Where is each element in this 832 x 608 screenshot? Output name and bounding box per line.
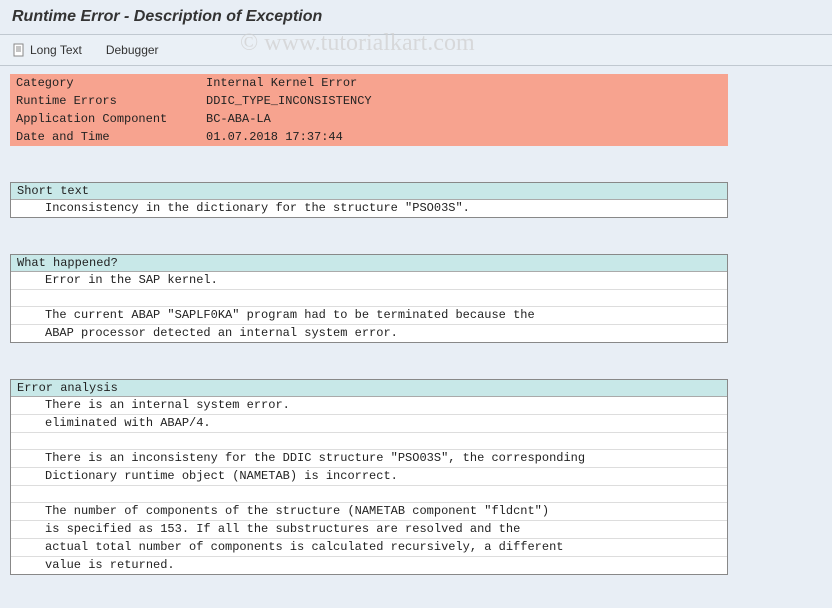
section-title: Error analysis [11,380,727,397]
text-line [11,433,727,450]
content-area: Category Internal Kernel Error Runtime E… [0,66,832,583]
text-line [11,290,727,307]
text-line: Error in the SAP kernel. [11,272,727,290]
section-body: There is an internal system error. elimi… [11,397,727,574]
text-line: The current ABAP "SAPLF0KA" program had … [11,307,727,325]
section-title: Short text [11,183,727,200]
section-short-text: Short text Inconsistency in the dictiona… [10,182,728,218]
toolbar: Long Text Debugger [0,35,832,66]
header-label: Category [10,74,200,92]
header-value: BC-ABA-LA [200,110,728,128]
text-line: actual total number of components is cal… [11,539,727,557]
text-line: There is an inconsisteny for the DDIC st… [11,450,727,468]
error-header-table: Category Internal Kernel Error Runtime E… [10,74,728,146]
header-value: Internal Kernel Error [200,74,728,92]
text-line: eliminated with ABAP/4. [11,415,727,433]
debugger-label: Debugger [106,43,159,57]
title-bar: Runtime Error - Description of Exception [0,0,832,35]
header-label: Runtime Errors [10,92,200,110]
header-row-app-component: Application Component BC-ABA-LA [10,110,728,128]
header-row-runtime-errors: Runtime Errors DDIC_TYPE_INCONSISTENCY [10,92,728,110]
header-row-date-time: Date and Time 01.07.2018 17:37:44 [10,128,728,146]
long-text-button[interactable]: Long Text [8,41,86,59]
debugger-button[interactable]: Debugger [102,41,163,59]
text-line: ABAP processor detected an internal syst… [11,325,727,342]
text-line: value is returned. [11,557,727,574]
section-body: Error in the SAP kernel. The current ABA… [11,272,727,342]
text-line: is specified as 153. If all the substruc… [11,521,727,539]
document-icon [12,43,26,57]
header-value: DDIC_TYPE_INCONSISTENCY [200,92,728,110]
section-title: What happened? [11,255,727,272]
section-body: Inconsistency in the dictionary for the … [11,200,727,217]
text-line: The number of components of the structur… [11,503,727,521]
text-line: There is an internal system error. [11,397,727,415]
section-error-analysis: Error analysis There is an internal syst… [10,379,728,575]
text-line: Dictionary runtime object (NAMETAB) is i… [11,468,727,486]
long-text-label: Long Text [30,43,82,57]
page-title: Runtime Error - Description of Exception [12,8,322,25]
header-label: Date and Time [10,128,200,146]
text-line [11,486,727,503]
text-line: Inconsistency in the dictionary for the … [11,200,727,217]
header-row-category: Category Internal Kernel Error [10,74,728,92]
header-value: 01.07.2018 17:37:44 [200,128,728,146]
header-label: Application Component [10,110,200,128]
section-what-happened: What happened? Error in the SAP kernel. … [10,254,728,343]
